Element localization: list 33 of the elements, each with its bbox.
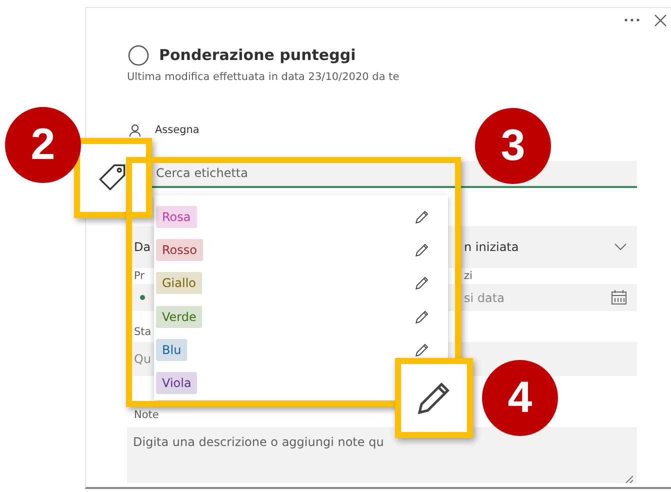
dot-icon — [140, 295, 145, 300]
field-label: zi — [464, 270, 472, 282]
more-options-icon[interactable] — [624, 18, 640, 22]
field-label: Pr — [134, 270, 144, 282]
resize-grip-icon[interactable] — [625, 475, 633, 483]
tag-chip[interactable]: Verde — [156, 306, 202, 328]
complete-task-radio[interactable] — [128, 44, 149, 66]
date-placeholder: si data — [464, 290, 504, 305]
person-icon — [129, 124, 141, 137]
dropdown-value-text: n iniziata — [464, 240, 519, 254]
edit-pencil-icon[interactable] — [414, 342, 430, 358]
assign-link[interactable]: Assegna — [155, 124, 200, 136]
edit-pencil-icon[interactable] — [414, 308, 430, 325]
notes-field[interactable]: Digita una descrizione o aggiungi note qu — [127, 427, 637, 483]
field-label: Note — [134, 409, 159, 422]
field-label: Sta — [134, 326, 152, 338]
dropdown-value-text: Da — [134, 240, 151, 254]
close-icon[interactable] — [654, 14, 667, 27]
dropdown-value-text: Qu — [134, 352, 152, 366]
edit-pencil-icon[interactable] — [414, 208, 430, 225]
chevron-down-icon — [614, 242, 627, 251]
edit-pencil-icon[interactable] — [414, 275, 430, 292]
task-title: Ponderazione punteggi — [159, 46, 356, 64]
last-modified-text: Ultima modifica effettuata in data 23/10/2020 da te — [127, 70, 400, 83]
tag-chip[interactable]: Blu — [156, 338, 188, 361]
step-number-badge: 3 — [475, 108, 551, 184]
tag-chip[interactable]: Viola — [156, 372, 198, 394]
tag-chip[interactable]: Rosa — [156, 206, 197, 228]
edit-pencil-icon[interactable] — [414, 242, 430, 258]
tag-chip[interactable]: Rosso — [156, 238, 203, 261]
tag-chip[interactable]: Giallo — [156, 272, 202, 294]
step-number-badge: 2 — [5, 107, 81, 183]
calendar-icon — [611, 290, 627, 306]
